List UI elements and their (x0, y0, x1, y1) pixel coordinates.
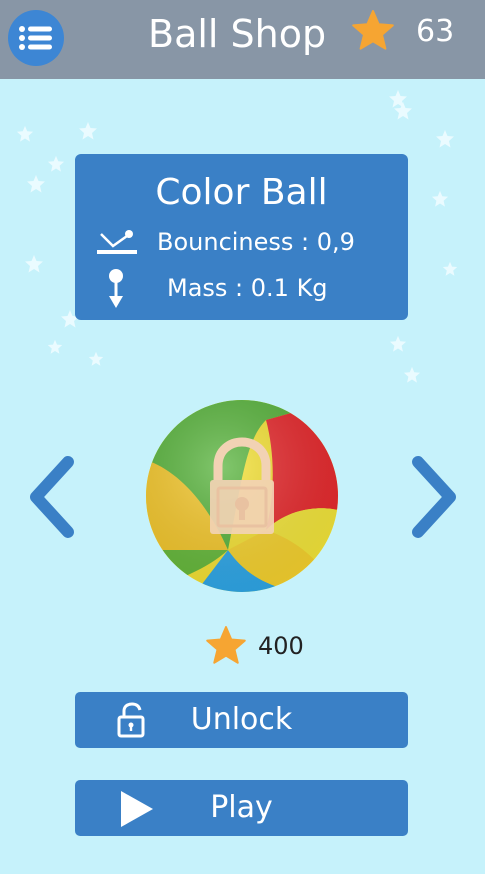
color-ball[interactable] (146, 400, 338, 592)
star-count: 63 (416, 14, 455, 49)
bounce-icon (97, 230, 137, 254)
unlock-button[interactable]: Unlock (75, 692, 408, 748)
star-icon (352, 10, 394, 50)
ball-info-card: Color Ball Bounciness : 0,9 Mass : 0.1 K… (75, 154, 408, 320)
top-bar: Ball Shop 63 (0, 0, 485, 79)
play-label: Play (210, 790, 273, 825)
bounciness-row: Bounciness : 0,9 (75, 222, 408, 262)
page-title: Ball Shop (148, 12, 327, 56)
menu-button[interactable] (8, 10, 64, 66)
ball-price: 400 (258, 632, 304, 660)
mass-row: Mass : 0.1 Kg (75, 268, 408, 308)
play-button[interactable]: Play (75, 780, 408, 836)
previous-arrow-button[interactable] (24, 452, 84, 542)
mass-label: Mass : 0.1 Kg (167, 274, 328, 302)
next-arrow-button[interactable] (402, 452, 462, 542)
ball-name: Color Ball (155, 172, 328, 213)
price-star-icon (206, 626, 246, 664)
menu-list-icon (19, 26, 52, 50)
unlock-label: Unlock (190, 702, 293, 737)
bounciness-label: Bounciness : 0,9 (157, 228, 355, 256)
mass-weight-icon (109, 269, 123, 308)
